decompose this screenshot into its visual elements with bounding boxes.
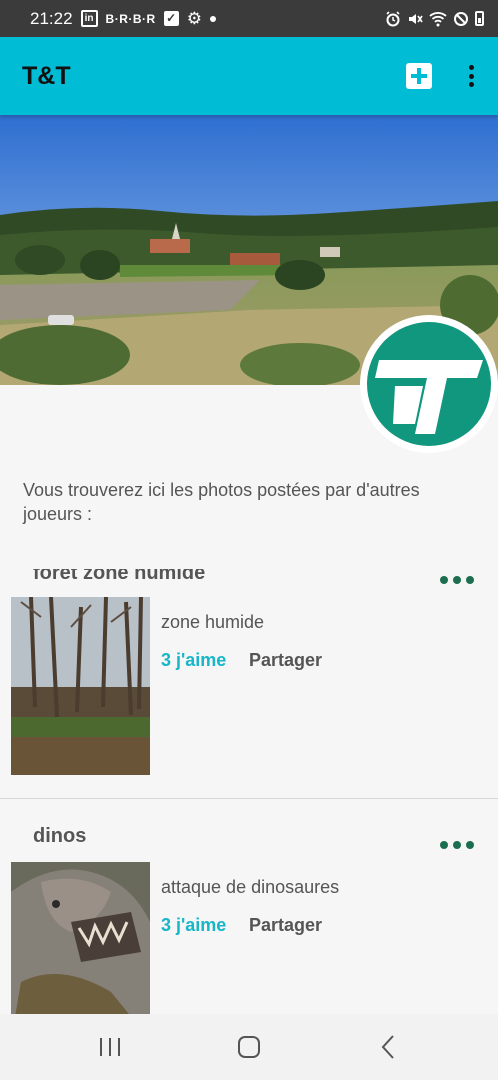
more-horiz-icon[interactable] — [440, 841, 474, 849]
linkedin-icon: in — [80, 10, 98, 27]
wifi-icon — [429, 11, 447, 27]
gear-icon: ⚙ — [186, 8, 202, 28]
status-time: 21:22 — [30, 8, 73, 28]
intro-text: Vous trouverez ici les photos postées pa… — [23, 480, 420, 524]
check-icon: ✓ — [163, 11, 179, 26]
more-horiz-icon[interactable] — [440, 576, 474, 584]
like-button[interactable]: 3 j'aime — [161, 915, 226, 936]
post-card: dinos attaque de dinosaures 3 j'aime Par… — [0, 799, 498, 1014]
share-button[interactable]: Partager — [249, 915, 322, 936]
post-description: zone humide — [161, 612, 265, 632]
post-photo[interactable] — [11, 862, 150, 1014]
add-box-icon[interactable] — [406, 63, 432, 89]
app-logo — [360, 315, 498, 453]
share-button[interactable]: Partager — [249, 650, 322, 671]
home-icon[interactable] — [219, 1027, 279, 1067]
more-vert-icon[interactable] — [466, 63, 476, 89]
app-title: T&T — [22, 61, 71, 90]
status-bar: 21:22 in B·R·B·R ✓ ⚙ — [0, 0, 498, 37]
post-photo[interactable] — [11, 597, 150, 775]
alarm-icon — [385, 10, 401, 27]
post-title: dinos — [33, 825, 87, 847]
brbr-icon: B·R·B·R — [105, 11, 156, 26]
mute-icon — [407, 11, 423, 27]
like-button[interactable]: 3 j'aime — [161, 650, 226, 671]
post-title: forêt zone humide — [33, 562, 206, 584]
battery-icon — [475, 11, 484, 26]
recents-icon[interactable] — [80, 1027, 140, 1067]
dnd-icon — [453, 11, 469, 27]
system-nav-bar — [0, 1014, 498, 1080]
dot-icon — [209, 15, 216, 22]
post-description: attaque de dinosaures — [161, 877, 340, 897]
app-bar: T&T — [0, 37, 498, 115]
back-icon[interactable] — [358, 1027, 418, 1067]
post-card: forêt zone humide zone humide 3 j'aime P… — [0, 560, 498, 798]
